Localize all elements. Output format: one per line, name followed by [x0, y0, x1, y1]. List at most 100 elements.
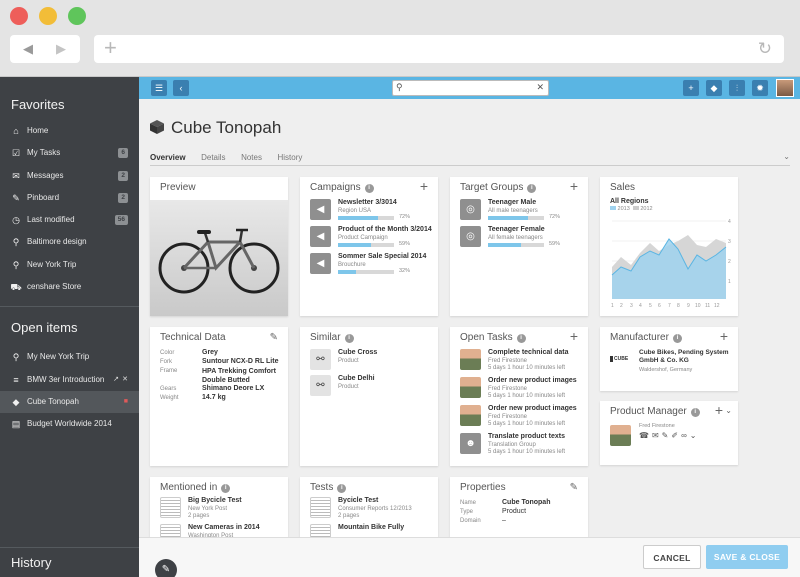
item-title: Cube Cross [338, 349, 378, 356]
list-item[interactable]: Bycicle Test Consumer Reports 12/2013 2 pa… [310, 497, 428, 522]
info-icon[interactable]: i [221, 484, 231, 493]
sidebar-item[interactable]: ⚲ New York Trip [0, 254, 139, 276]
preview-card: Preview [150, 177, 288, 316]
link-icon[interactable]: ∞ [681, 431, 690, 440]
manufacturer-name[interactable]: Cube Bikes, Pending System GmbH & Co. KG [639, 349, 731, 365]
add-icon[interactable]: + [683, 80, 699, 96]
tab-notes[interactable]: Notes [241, 153, 262, 162]
add-campaign-button[interactable]: + [420, 178, 428, 194]
tab-bar: Overview Details Notes History ⌄ [150, 152, 790, 166]
forward-arrow-icon[interactable]: ▶ [56, 41, 66, 57]
edit-icon[interactable]: ✐ [671, 431, 681, 440]
bike-preview-image[interactable] [150, 200, 288, 316]
mail-icon[interactable]: ✉ [652, 431, 662, 440]
progress-fill [338, 243, 372, 247]
list-item[interactable]: ◀ Product of the Month 3/2014 Product Camp… [310, 226, 432, 248]
sidebar-item[interactable]: ⚲ Baltimore design [0, 231, 139, 253]
item-title: Mountain Bike Fully [338, 524, 405, 531]
sidebar-item[interactable]: ✉ Messages 2 [0, 165, 139, 187]
megaphone-icon: ◀ [310, 199, 331, 220]
task-item[interactable]: ☻ Translate product texts Translation Grou… [460, 433, 582, 457]
item-title: New Cameras in 2014 [188, 524, 260, 531]
external-link-icon[interactable]: ↗ [113, 369, 119, 391]
sidebar-item[interactable]: ◷ Last modified 56 [0, 209, 139, 231]
task-item[interactable]: Complete technical data Fred Firestone 5 d… [460, 349, 582, 373]
info-icon[interactable]: i [364, 184, 374, 193]
info-icon[interactable]: i [672, 334, 682, 343]
list-item[interactable]: ⚯ Cube Delhi Product [310, 375, 428, 397]
info-icon[interactable]: i [337, 484, 347, 493]
info-icon[interactable]: i [527, 184, 537, 193]
card-title: Properties [460, 482, 506, 493]
search-input[interactable]: ⚲ ✕ [392, 80, 549, 96]
chevron-down-icon[interactable]: ⌄ [725, 406, 732, 415]
history-heading[interactable]: History [0, 547, 139, 577]
add-manager-button[interactable]: + [715, 402, 723, 418]
phone-icon[interactable]: ☎ [639, 431, 652, 440]
progress-bar [338, 216, 394, 220]
item-title: Teenager Female [488, 226, 545, 233]
back-arrow-icon[interactable]: ◀ [23, 41, 33, 57]
user-avatar[interactable] [776, 79, 794, 97]
list-item[interactable]: Big Bycicle Test New York Post 2 pages [160, 497, 278, 522]
pin-icon[interactable]: ✎ [662, 431, 672, 440]
count-badge: 56 [114, 215, 128, 226]
manufacturer-location: Waldershof, Germany [639, 367, 693, 373]
open-item[interactable]: ⚲ My New York Trip [0, 346, 139, 368]
open-item[interactable]: ▤ Budget Worldwide 2014 [0, 413, 139, 435]
sidebar: Favorites ⌂ Home ☑ My Tasks 6 ✉ Messages 2 ✎ Pinb… [0, 77, 139, 577]
sidebar-item-label: New York Trip [27, 259, 77, 269]
list-item[interactable]: Mountain Bike Fully [310, 524, 428, 537]
target-groups-card: Target Groups i + ◎ Teenager Male All male … [450, 177, 588, 316]
clear-search-icon[interactable]: ✕ [536, 82, 544, 93]
close-icon[interactable]: ✕ [122, 369, 128, 391]
new-tab-icon[interactable]: + [104, 37, 117, 59]
tab-history[interactable]: History [277, 153, 302, 162]
list-item[interactable]: ◎ Teenager Female All female teenagers 59% [460, 226, 578, 248]
info-icon[interactable]: i [344, 334, 354, 343]
open-item[interactable]: ≡ BMW 3er Introduction ↗ ✕ [0, 369, 139, 391]
list-item[interactable]: ◎ Teenager Male All male teenagers 72% [460, 199, 578, 221]
list-item[interactable]: ⚯ Cube Cross Product [310, 349, 428, 371]
add-manufacturer-button[interactable]: + [720, 328, 728, 344]
list-icon: ≡ [13, 374, 19, 385]
reload-icon[interactable]: ↻ [758, 39, 772, 59]
chevron-down-icon[interactable]: ⌄ [690, 431, 700, 440]
tab-overview[interactable]: Overview [150, 153, 186, 162]
sidebar-item[interactable]: ☑ My Tasks 6 [0, 142, 139, 164]
add-target-group-button[interactable]: + [570, 178, 578, 194]
progress-bar [338, 270, 394, 274]
chat-icon[interactable]: ◆ [706, 80, 722, 96]
sidebar-item[interactable]: ⌂ Home [0, 120, 139, 142]
chevron-down-icon[interactable]: ⌄ [783, 152, 790, 161]
list-item[interactable]: ◀ Newsletter 3/3014 Region USA 72% [310, 199, 428, 221]
menu-icon[interactable]: ☰ [151, 80, 167, 96]
back-icon[interactable]: ‹ [173, 80, 189, 96]
sidebar-item[interactable]: ✎ Pinboard 2 [0, 187, 139, 209]
address-bar[interactable]: + ↻ [94, 35, 784, 63]
maximize-window-button[interactable] [68, 7, 86, 25]
info-icon[interactable]: i [516, 334, 526, 343]
info-icon[interactable]: i [690, 408, 700, 417]
cancel-button[interactable]: CANCEL [643, 545, 701, 569]
task-item[interactable]: Order new product images Fred Firestone 5 … [460, 405, 582, 429]
search-icon: ⚲ [12, 259, 20, 270]
task-title: Complete technical data [488, 349, 569, 356]
pin-icon[interactable]: ✎ [155, 559, 177, 577]
edit-pencil-icon[interactable]: ✎ [570, 482, 578, 493]
save-close-button[interactable]: SAVE & CLOSE [706, 545, 788, 569]
settings-sliders-icon[interactable]: ⫶ [729, 80, 745, 96]
sidebar-item[interactable]: ⛟ censhare Store [0, 276, 139, 298]
open-item[interactable]: ◆ Cube Tonopah ■ [0, 390, 139, 414]
tab-details[interactable]: Details [201, 153, 225, 162]
edit-pencil-icon[interactable]: ✎ [270, 332, 278, 343]
gear-icon[interactable]: ✹ [752, 80, 768, 96]
list-item[interactable]: ◀ Sommer Sale Special 2014 Brouchure 32% [310, 253, 428, 275]
card-title: Open Tasks i [460, 332, 526, 343]
minimize-window-button[interactable] [39, 7, 57, 25]
list-item[interactable]: New Cameras in 2014 Washington Post [160, 524, 278, 537]
add-task-button[interactable]: + [570, 328, 578, 344]
task-item[interactable]: Order new product images Fred Firestone 5 … [460, 377, 582, 401]
close-window-button[interactable] [10, 7, 28, 25]
article-thumbnail [160, 524, 181, 537]
